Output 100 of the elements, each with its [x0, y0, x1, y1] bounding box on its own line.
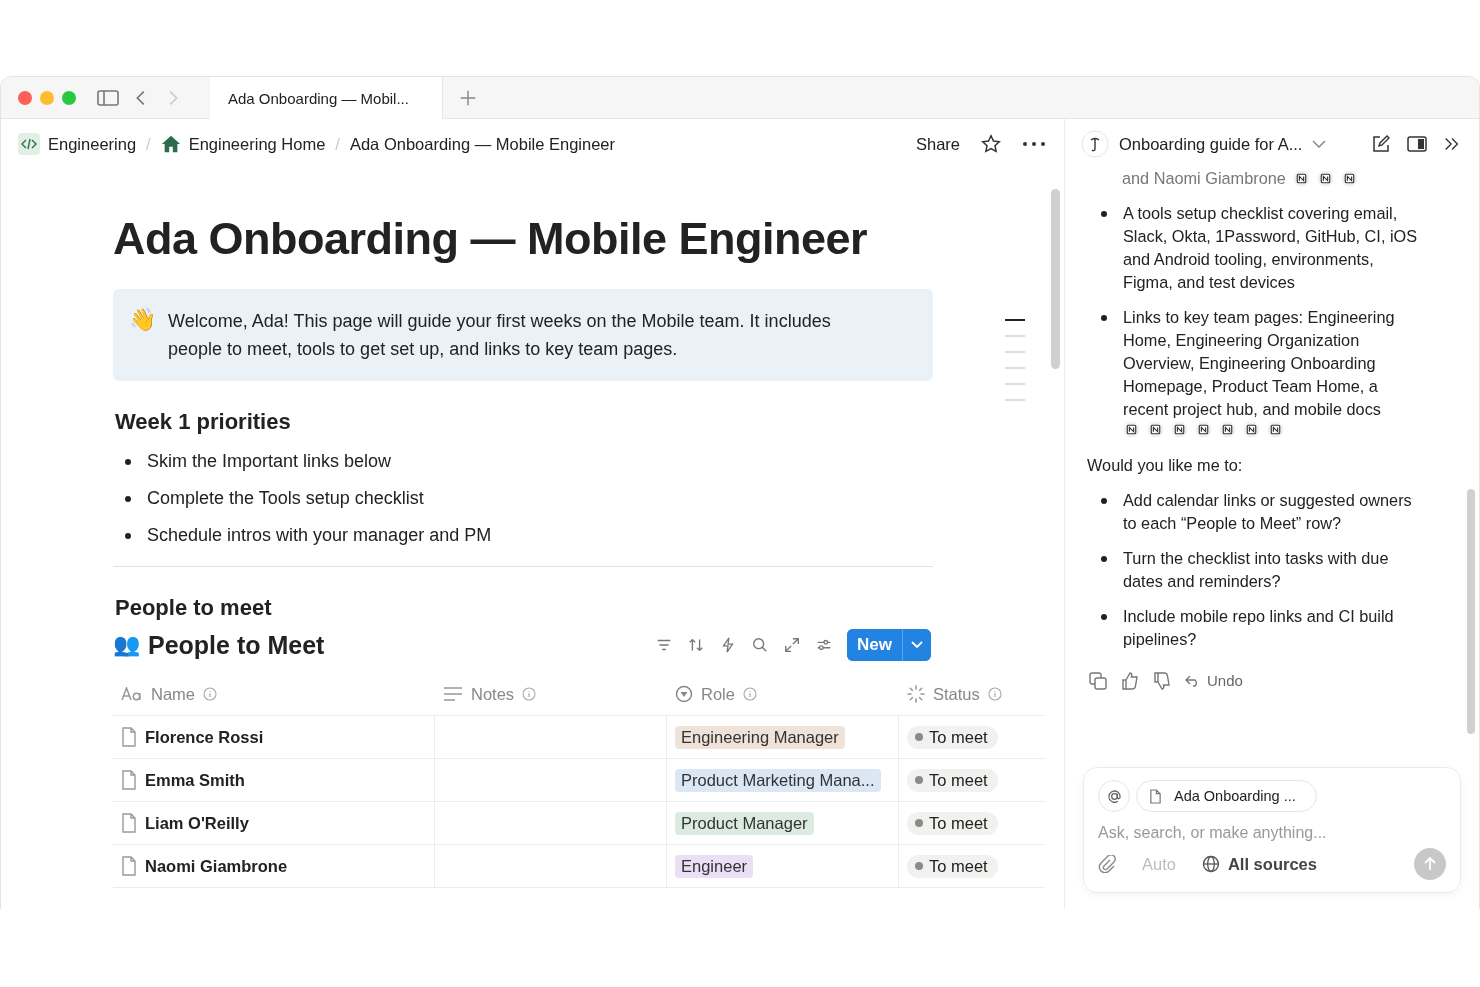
page-icon — [1149, 788, 1162, 804]
breadcrumb-link[interactable]: Ada Onboarding — Mobile Engineer — [349, 134, 616, 154]
breadcrumb-separator: / — [335, 134, 340, 154]
database-title: People to Meet — [148, 630, 325, 660]
list-item: Schedule intros with your manager and PM — [147, 525, 492, 546]
role-tag: Product Manager — [675, 811, 814, 835]
browser-tab[interactable]: Ada Onboarding — Mobil... — [210, 77, 443, 119]
chat-title[interactable]: Onboarding guide for A... — [1119, 134, 1303, 154]
info-icon — [742, 687, 757, 701]
page-citation-icon[interactable] — [1171, 421, 1188, 438]
status-tag: To meet — [907, 725, 998, 749]
info-icon — [522, 687, 537, 701]
close-window-button[interactable] — [18, 90, 32, 105]
status-tag: To meet — [907, 811, 998, 835]
page-icon — [121, 856, 137, 876]
collapse-icon[interactable] — [1443, 136, 1461, 152]
paperclip-icon[interactable] — [1098, 855, 1116, 873]
info-icon — [987, 687, 1002, 701]
context-chip[interactable]: Ada Onboarding ... — [1136, 780, 1317, 812]
message-text: Turn the checklist into tasks with due dates and reminders? — [1123, 548, 1390, 592]
outline-marker[interactable] — [1005, 351, 1025, 353]
callout-text: Welcome, Ada! This page will guide your first weeks on the Mobile team. It includes people to meet, tools to get set up, and links to key team pages. — [168, 310, 832, 361]
page-citation-icon[interactable] — [1147, 421, 1164, 438]
chevron-down-icon[interactable] — [1312, 140, 1327, 148]
page-citation-icon[interactable] — [1219, 421, 1236, 438]
arrow-up-icon — [1422, 856, 1438, 872]
message-text: Would you like me to: — [1087, 455, 1244, 476]
page-citation-icon[interactable] — [1195, 421, 1212, 438]
panel-icon[interactable] — [1407, 136, 1427, 152]
outline-marker[interactable] — [1005, 367, 1025, 369]
role-tag: Engineer — [675, 854, 754, 878]
outline-marker[interactable] — [1005, 335, 1025, 337]
scrollbar[interactable] — [1467, 489, 1475, 734]
bullet-icon — [125, 495, 131, 502]
role-tag: Product Marketing Mana... — [675, 768, 881, 792]
lines-icon — [443, 686, 463, 702]
outline-marker[interactable] — [1005, 383, 1025, 385]
bullet-icon — [1101, 211, 1107, 217]
info-icon — [203, 687, 217, 701]
code-icon — [18, 133, 40, 155]
table-cell[interactable]: Naomi Giambrone — [145, 856, 288, 876]
column-header[interactable]: Role — [667, 673, 899, 715]
table-cell[interactable]: Emma Smith — [145, 770, 245, 790]
column-header[interactable]: Name — [113, 673, 435, 715]
breadcrumb-separator: / — [146, 134, 151, 154]
bullet-icon — [1101, 556, 1107, 562]
message-text: Add calendar links or suggested owners to each “People to Meet” row? — [1123, 490, 1413, 534]
bullet-icon — [1101, 614, 1107, 620]
home-icon — [160, 134, 181, 154]
outline-marker[interactable] — [1005, 319, 1025, 321]
star-icon[interactable] — [980, 133, 1002, 155]
message-text: Include mobile repo links and CI build pipelines? — [1123, 606, 1395, 650]
section-heading: People to meet — [115, 595, 273, 621]
column-header[interactable]: Notes — [435, 673, 667, 715]
page-icon — [121, 770, 137, 790]
waving-hand-icon: 👋 — [129, 307, 156, 363]
message-text: Links to key team pages: Engineering Home, Engineering Organization Overview, Engineering Onboarding Homepage, Product Team Home, a recent project hub, and mobile docs — [1123, 307, 1396, 420]
scrollbar[interactable] — [1051, 189, 1060, 369]
page-citation-icon[interactable] — [1267, 421, 1284, 438]
new-button[interactable]: New — [847, 629, 903, 661]
status-icon — [907, 685, 925, 703]
breadcrumb-link[interactable]: Engineering — [48, 134, 137, 154]
section-heading: Week 1 priorities — [115, 409, 292, 435]
bullet-icon — [1101, 315, 1107, 321]
caret-icon — [911, 641, 923, 649]
bullet-icon — [125, 458, 131, 465]
status-tag: To meet — [907, 854, 998, 878]
table-cell[interactable]: Florence Rossi — [145, 727, 264, 747]
more-icon[interactable] — [1022, 140, 1046, 148]
role-tag: Engineering Manager — [675, 725, 845, 749]
people-icon: 👥 — [113, 632, 140, 658]
page-title: Ada Onboarding — Mobile Engineer — [113, 213, 869, 265]
thumbs-up-icon[interactable] — [1121, 671, 1139, 690]
page-citation-icon[interactable] — [1292, 170, 1310, 187]
bullet-icon — [125, 532, 131, 539]
share-button[interactable]: Share — [915, 134, 960, 154]
mention-button[interactable] — [1098, 780, 1130, 812]
outline-marker[interactable] — [1005, 399, 1025, 401]
list-item: Skim the Important links below — [147, 451, 392, 472]
message-text: and Naomi Giambrone — [1122, 168, 1286, 189]
copy-icon[interactable] — [1089, 671, 1107, 690]
text-type-icon — [121, 687, 143, 701]
thumbs-down-icon[interactable] — [1153, 671, 1171, 690]
select-icon — [675, 685, 693, 703]
assistant-face-icon — [1081, 130, 1109, 158]
list-item: Complete the Tools setup checklist — [147, 488, 424, 509]
table-cell[interactable]: Liam O'Reilly — [145, 813, 249, 833]
page-icon — [121, 813, 137, 833]
column-header[interactable]: Status — [899, 673, 1045, 715]
page-citation-icon[interactable] — [1243, 421, 1260, 438]
expand-icon[interactable] — [783, 636, 802, 654]
page-citation-icon[interactable] — [1316, 170, 1334, 187]
compose-icon[interactable] — [1371, 134, 1391, 154]
breadcrumb-link[interactable]: Engineering Home — [188, 134, 326, 154]
bullet-icon — [1101, 498, 1107, 504]
status-tag: To meet — [907, 768, 998, 792]
page-citation-icon[interactable] — [1340, 170, 1358, 187]
sources-button[interactable]: All sources — [1201, 854, 1317, 874]
page-citation-icon[interactable] — [1123, 421, 1140, 438]
undo-button[interactable]: Undo — [1185, 669, 1243, 692]
